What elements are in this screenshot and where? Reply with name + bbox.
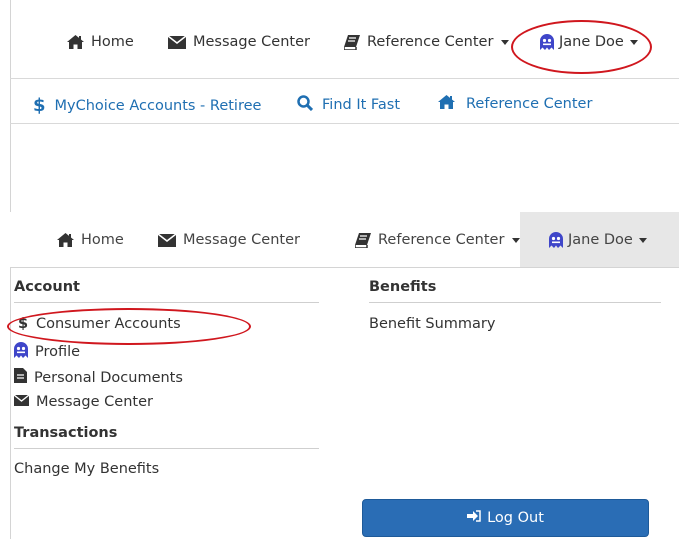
chevron-down-icon bbox=[638, 237, 647, 243]
second-nav-home[interactable]: Home bbox=[57, 232, 124, 248]
top-nav-home-label: Home bbox=[91, 34, 134, 50]
envelope-icon bbox=[168, 35, 186, 49]
second-nav-user-menu[interactable]: Jane Doe bbox=[549, 232, 647, 248]
book-icon bbox=[355, 232, 371, 248]
ghost-user-icon bbox=[549, 232, 563, 248]
book-icon bbox=[344, 34, 360, 50]
sub-nav-reference-center-label: Reference Center bbox=[466, 96, 593, 112]
logout-icon bbox=[467, 510, 481, 526]
nav-divider bbox=[10, 78, 679, 79]
menu-item-message-center-label: Message Center bbox=[36, 394, 153, 410]
sub-nav-find-it-fast[interactable]: Find It Fast bbox=[297, 95, 400, 115]
top-nav-reference-center-label: Reference Center bbox=[367, 34, 494, 50]
sub-nav-find-it-fast-label: Find It Fast bbox=[322, 97, 401, 113]
home-icon bbox=[57, 233, 74, 247]
search-icon bbox=[297, 95, 314, 115]
envelope-icon bbox=[158, 233, 176, 247]
menu-item-profile-label: Profile bbox=[35, 344, 81, 360]
logout-label: Log Out bbox=[487, 510, 544, 526]
menu-item-change-my-benefits[interactable]: Change My Benefits bbox=[14, 461, 159, 477]
highlight-oval-user bbox=[511, 20, 652, 74]
chevron-down-icon bbox=[501, 39, 510, 45]
logout-button[interactable]: Log Out bbox=[362, 499, 649, 537]
top-nav-message-center-label: Message Center bbox=[193, 34, 310, 50]
menu-item-benefit-summary-label: Benefit Summary bbox=[369, 316, 496, 332]
account-heading: Account bbox=[14, 279, 80, 295]
second-nav-reference-center-label: Reference Center bbox=[378, 232, 505, 248]
second-nav-message-center[interactable]: Message Center bbox=[158, 232, 300, 248]
menu-item-personal-documents[interactable]: Personal Documents bbox=[14, 368, 183, 387]
highlight-oval-consumer-accounts bbox=[7, 308, 251, 345]
transactions-heading: Transactions bbox=[14, 425, 118, 441]
menu-item-personal-documents-label: Personal Documents bbox=[34, 369, 183, 386]
document-icon bbox=[14, 368, 27, 387]
sub-nav-reference-center[interactable]: Reference Center bbox=[438, 95, 592, 113]
transactions-rule bbox=[14, 448, 319, 449]
dollar-icon: $ bbox=[33, 95, 46, 116]
menu-item-message-center[interactable]: Message Center bbox=[13, 394, 153, 410]
home-icon bbox=[438, 95, 455, 113]
second-nav-user-label: Jane Doe bbox=[568, 232, 633, 248]
menu-item-profile[interactable]: Profile bbox=[14, 342, 80, 362]
benefits-heading: Benefits bbox=[369, 279, 437, 295]
menu-item-benefit-summary[interactable]: Benefit Summary bbox=[369, 316, 495, 332]
chevron-down-icon bbox=[512, 237, 521, 243]
home-icon bbox=[67, 35, 84, 49]
sub-nav-divider bbox=[10, 123, 679, 124]
top-nav-home[interactable]: Home bbox=[67, 34, 134, 50]
second-nav-message-center-label: Message Center bbox=[183, 232, 300, 248]
menu-item-change-my-benefits-label: Change My Benefits bbox=[14, 461, 160, 477]
second-nav-reference-center[interactable]: Reference Center bbox=[355, 232, 521, 248]
top-nav-reference-center[interactable]: Reference Center bbox=[344, 34, 510, 50]
envelope-icon bbox=[13, 394, 30, 410]
top-nav-message-center[interactable]: Message Center bbox=[168, 34, 310, 50]
sub-nav-accounts-label: MyChoice Accounts - Retiree bbox=[54, 97, 262, 114]
second-nav-home-label: Home bbox=[81, 232, 124, 248]
benefits-rule bbox=[369, 302, 661, 303]
account-rule bbox=[14, 302, 319, 303]
ghost-user-icon bbox=[14, 342, 28, 362]
sub-nav-accounts[interactable]: $ MyChoice Accounts - Retiree bbox=[33, 95, 261, 116]
